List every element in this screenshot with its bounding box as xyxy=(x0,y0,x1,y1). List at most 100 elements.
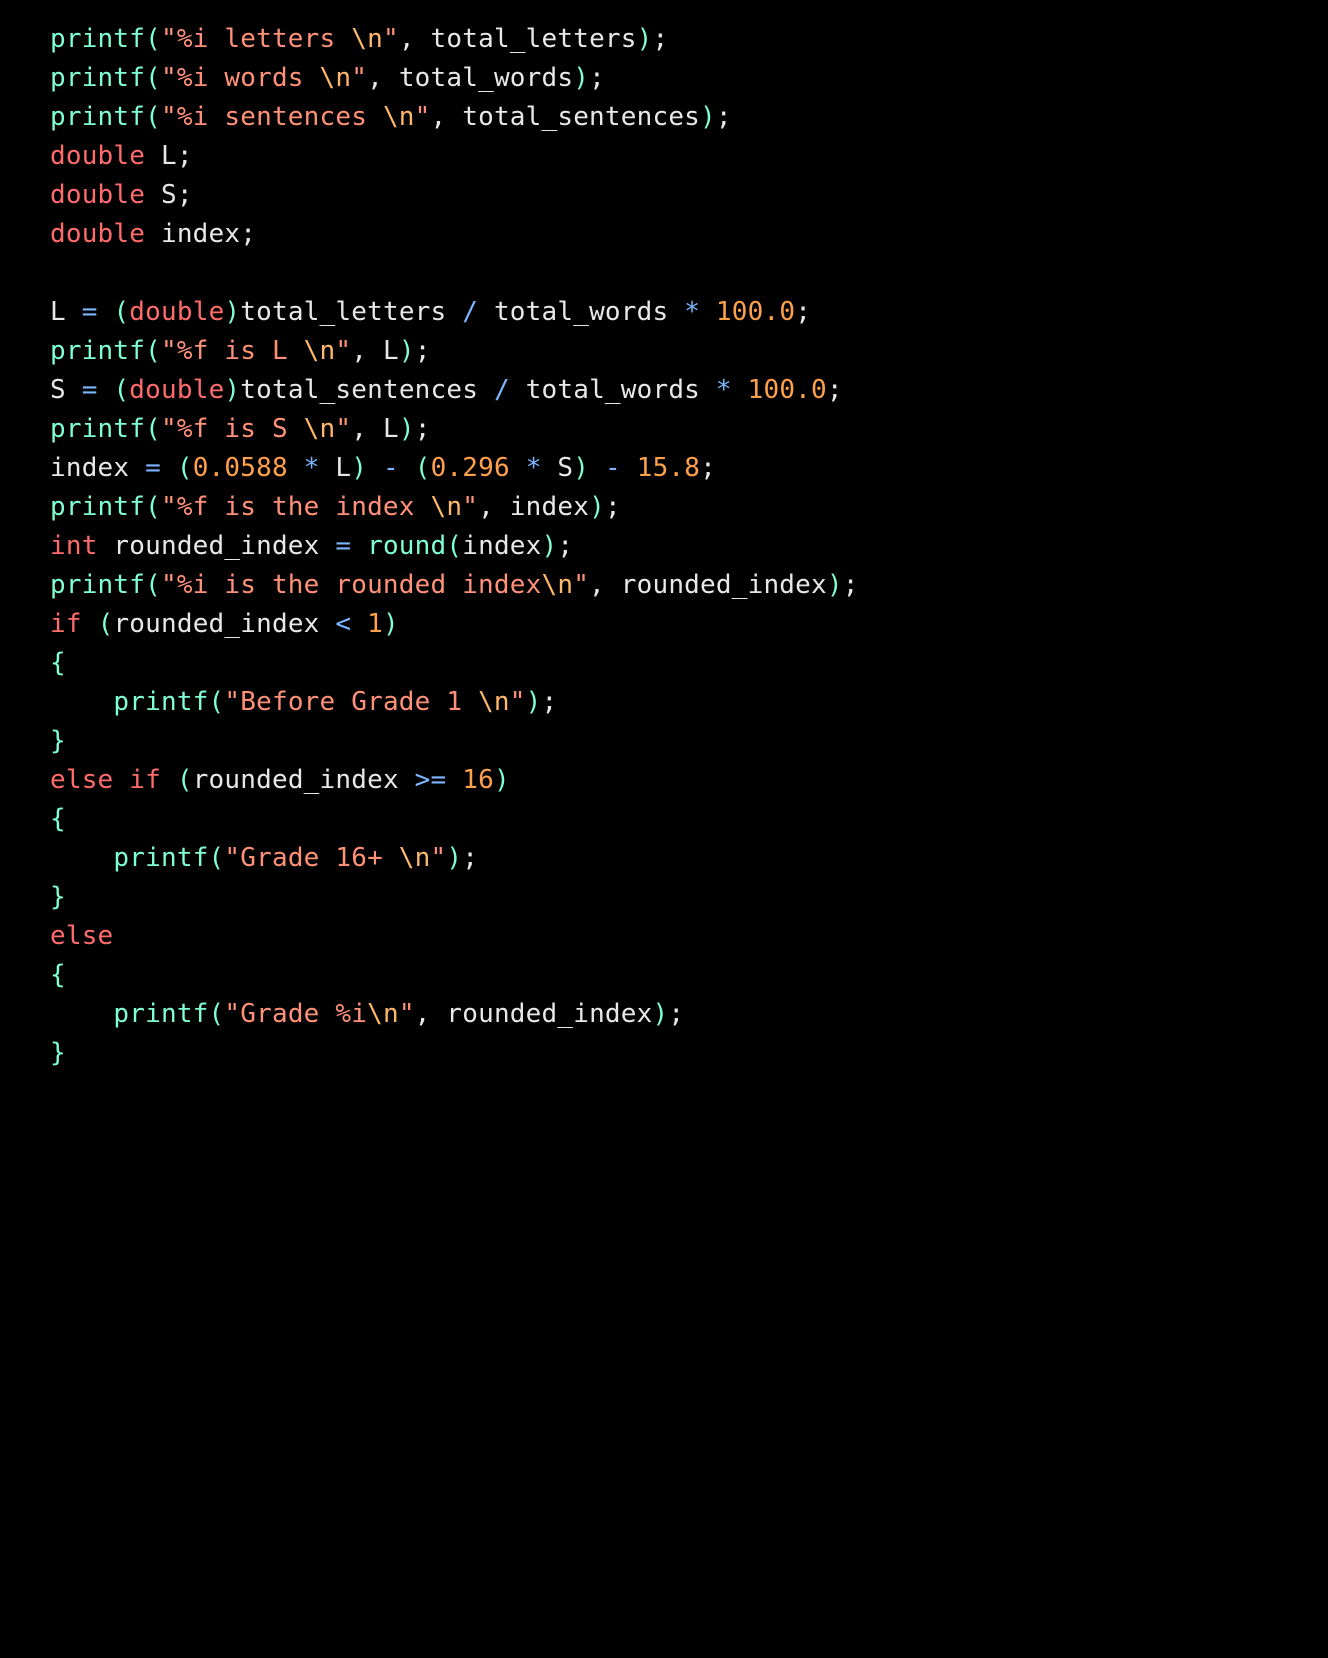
code-token: \n xyxy=(541,570,573,600)
code-line: { xyxy=(50,800,1278,839)
code-token: ) xyxy=(399,336,415,366)
code-token: } xyxy=(50,882,66,912)
code-token: ; xyxy=(462,843,478,873)
code-token: - xyxy=(605,453,621,483)
code-token: \n xyxy=(367,999,399,1029)
code-token: "Grade %i xyxy=(224,999,367,1029)
code-token: ; xyxy=(589,63,605,93)
code-token: ( xyxy=(177,453,193,483)
code-token: printf xyxy=(50,492,145,522)
code-line: printf("Grade %i\n", rounded_index); xyxy=(50,995,1278,1034)
code-token: 15.8 xyxy=(637,453,700,483)
code-token: ; xyxy=(415,414,431,444)
code-token: L xyxy=(320,453,352,483)
code-token: printf xyxy=(50,102,145,132)
code-line: printf("%f is the index \n", index); xyxy=(50,488,1278,527)
code-token: \n xyxy=(431,492,463,522)
code-token: ) xyxy=(573,453,589,483)
code-token: L xyxy=(383,414,399,444)
code-token xyxy=(82,609,98,639)
code-token xyxy=(50,843,113,873)
code-token: , xyxy=(399,24,431,54)
code-token: ( xyxy=(145,63,161,93)
code-token xyxy=(510,453,526,483)
code-token: index xyxy=(145,219,240,249)
code-token: ( xyxy=(145,336,161,366)
code-token: double xyxy=(50,141,145,171)
code-token: , xyxy=(351,336,383,366)
code-token: printf xyxy=(113,687,208,717)
code-token: , xyxy=(367,63,399,93)
code-token: rounded_index xyxy=(446,999,652,1029)
code-token: " xyxy=(573,570,589,600)
code-line: int rounded_index = round(index); xyxy=(50,527,1278,566)
code-token: * xyxy=(304,453,320,483)
code-token: printf xyxy=(50,24,145,54)
code-token: "%i is the rounded index xyxy=(161,570,541,600)
code-token: int xyxy=(50,531,98,561)
code-token: total_words xyxy=(478,297,684,327)
code-token: "%f is S xyxy=(161,414,304,444)
code-token xyxy=(98,375,114,405)
code-token: ; xyxy=(177,141,193,171)
code-token: 16 xyxy=(462,765,494,795)
code-token: - xyxy=(383,453,399,483)
code-token xyxy=(589,453,605,483)
code-token: = xyxy=(145,453,161,483)
code-token: rounded_index xyxy=(621,570,827,600)
code-token: total_letters xyxy=(240,297,462,327)
code-token: ; xyxy=(716,102,732,132)
code-token: rounded_index xyxy=(113,609,335,639)
code-line: double S; xyxy=(50,176,1278,215)
code-token: \n xyxy=(351,24,383,54)
code-token: * xyxy=(526,453,542,483)
code-token: "Before Grade 1 xyxy=(224,687,478,717)
code-token: "%f is L xyxy=(161,336,304,366)
code-line: printf("%i letters \n", total_letters); xyxy=(50,20,1278,59)
code-token: " xyxy=(383,24,399,54)
code-token: ) xyxy=(700,102,716,132)
code-token: / xyxy=(494,375,510,405)
code-token: * xyxy=(716,375,732,405)
code-token: " xyxy=(335,336,351,366)
code-token: L xyxy=(145,141,177,171)
code-token: , xyxy=(589,570,621,600)
code-token: " xyxy=(335,414,351,444)
code-token xyxy=(161,453,177,483)
code-token: ) xyxy=(351,453,367,483)
code-token: ) xyxy=(827,570,843,600)
code-token: L xyxy=(383,336,399,366)
code-token: " xyxy=(462,492,478,522)
code-token xyxy=(161,765,177,795)
code-token: index xyxy=(510,492,589,522)
code-token: printf xyxy=(50,336,145,366)
code-token: ; xyxy=(843,570,859,600)
code-token: ; xyxy=(557,531,573,561)
code-token: ( xyxy=(446,531,462,561)
code-token: , xyxy=(415,999,447,1029)
code-token: double xyxy=(50,180,145,210)
code-token: ( xyxy=(145,102,161,132)
code-token: , xyxy=(478,492,510,522)
code-token: else if xyxy=(50,765,161,795)
code-token: ( xyxy=(415,453,431,483)
code-token: , xyxy=(431,102,463,132)
code-token: "%i sentences xyxy=(161,102,383,132)
code-token: total_words xyxy=(399,63,573,93)
code-line: printf("Before Grade 1 \n"); xyxy=(50,683,1278,722)
code-token: ) xyxy=(224,375,240,405)
code-token: ; xyxy=(415,336,431,366)
code-token: ; xyxy=(652,24,668,54)
code-token: printf xyxy=(50,63,145,93)
code-token: ) xyxy=(652,999,668,1029)
code-token: = xyxy=(82,297,98,327)
code-token: " xyxy=(399,999,415,1029)
code-line: { xyxy=(50,644,1278,683)
code-token: ) xyxy=(526,687,542,717)
code-token: ) xyxy=(573,63,589,93)
code-token: = xyxy=(335,531,351,561)
code-token: rounded_index xyxy=(98,531,336,561)
code-token: 100.0 xyxy=(716,297,795,327)
code-token: ( xyxy=(177,765,193,795)
code-token xyxy=(700,297,716,327)
